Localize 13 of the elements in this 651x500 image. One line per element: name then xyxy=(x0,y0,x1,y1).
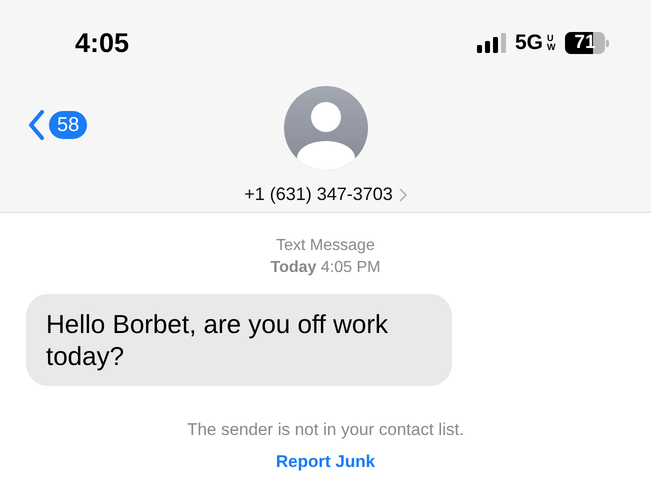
signal-icon xyxy=(476,33,507,53)
service-label: Text Message xyxy=(276,237,375,255)
notice-text: The sender is not in your contact list. xyxy=(187,420,464,440)
chevron-right-icon[interactable] xyxy=(398,188,407,202)
report-junk-link[interactable]: Report Junk xyxy=(276,452,376,472)
network-label: 5G xyxy=(514,31,543,55)
status-time: 4:05 xyxy=(75,28,130,58)
message-bubble: Hello Borbet, are you off work today? xyxy=(26,294,452,386)
message-timestamp: Today 4:05 PM xyxy=(270,259,380,277)
network-type-label: UW xyxy=(547,34,555,52)
avatar-icon[interactable] xyxy=(284,86,368,170)
contact-number[interactable]: +1 (631) 347-3703 xyxy=(244,184,407,205)
chevron-left-icon[interactable] xyxy=(28,110,44,140)
